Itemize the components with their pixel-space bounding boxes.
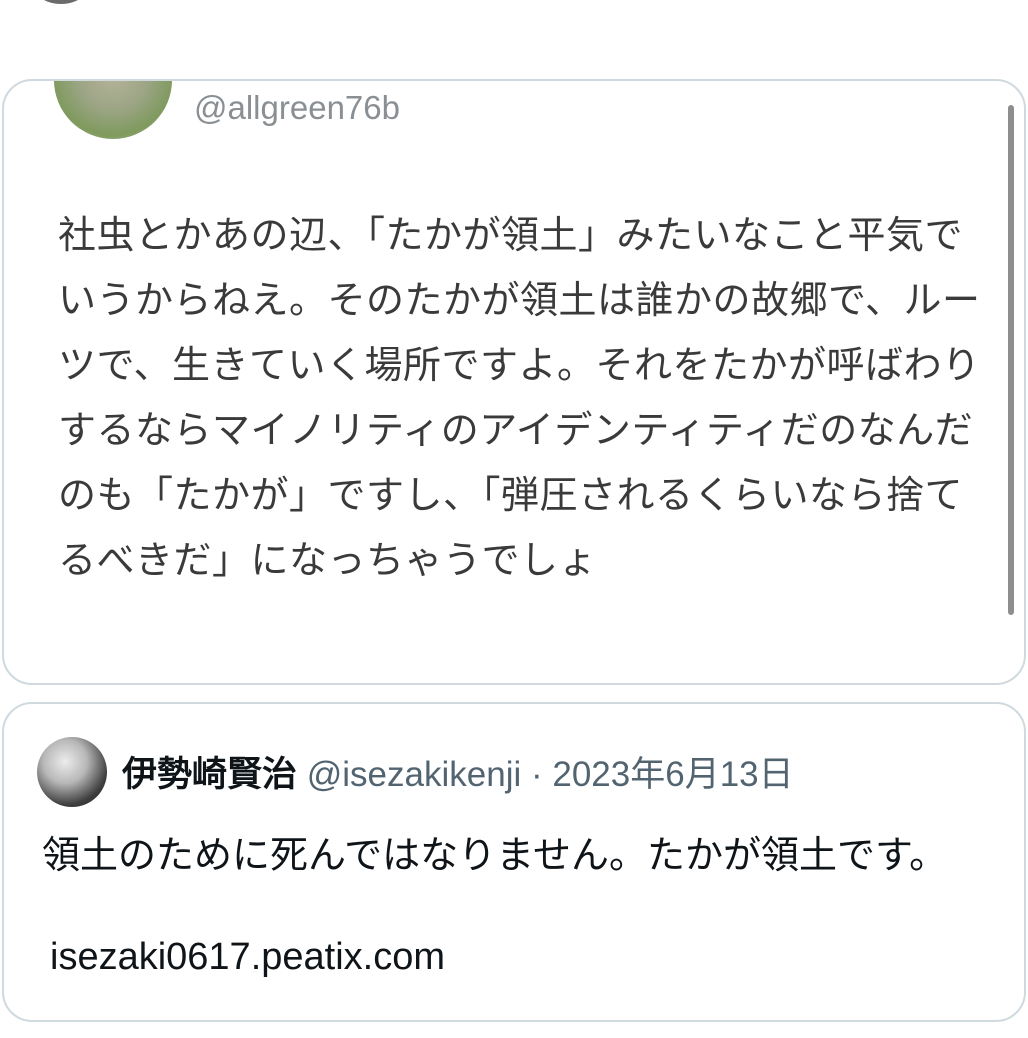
quoted-handle[interactable]: @allgreen76b <box>194 89 400 127</box>
avatar[interactable] <box>37 737 107 807</box>
separator: · <box>530 755 543 794</box>
avatar[interactable] <box>54 81 172 139</box>
tweet-link[interactable]: isezaki0617.peatix.com <box>50 936 445 979</box>
quoted-text: 社虫とかあの辺、「たかが領土」みたいなこと平気でいうからねえ。そのたかが領土は誰… <box>58 213 981 582</box>
tweet-date[interactable]: 2023年6月13日 <box>552 755 793 794</box>
previous-avatar[interactable] <box>36 0 86 4</box>
tweet-header: 伊勢崎賢治 @isezakikenji · 2023年6月13日 <box>122 746 794 797</box>
tweet-text: 領土のために死んではなりません。たかが領土です。 <box>42 833 948 877</box>
tweet-card[interactable]: 伊勢崎賢治 @isezakikenji · 2023年6月13日 領土のために死… <box>2 702 1026 1022</box>
quoted-image-card[interactable]: @allgreen76b 社虫とかあの辺、「たかが領土」みたいなこと平気でいうか… <box>2 79 1026 685</box>
author-handle[interactable]: @isezakikenji <box>307 755 522 794</box>
author-name[interactable]: 伊勢崎賢治 <box>122 755 297 795</box>
scrollbar[interactable] <box>1008 105 1014 615</box>
